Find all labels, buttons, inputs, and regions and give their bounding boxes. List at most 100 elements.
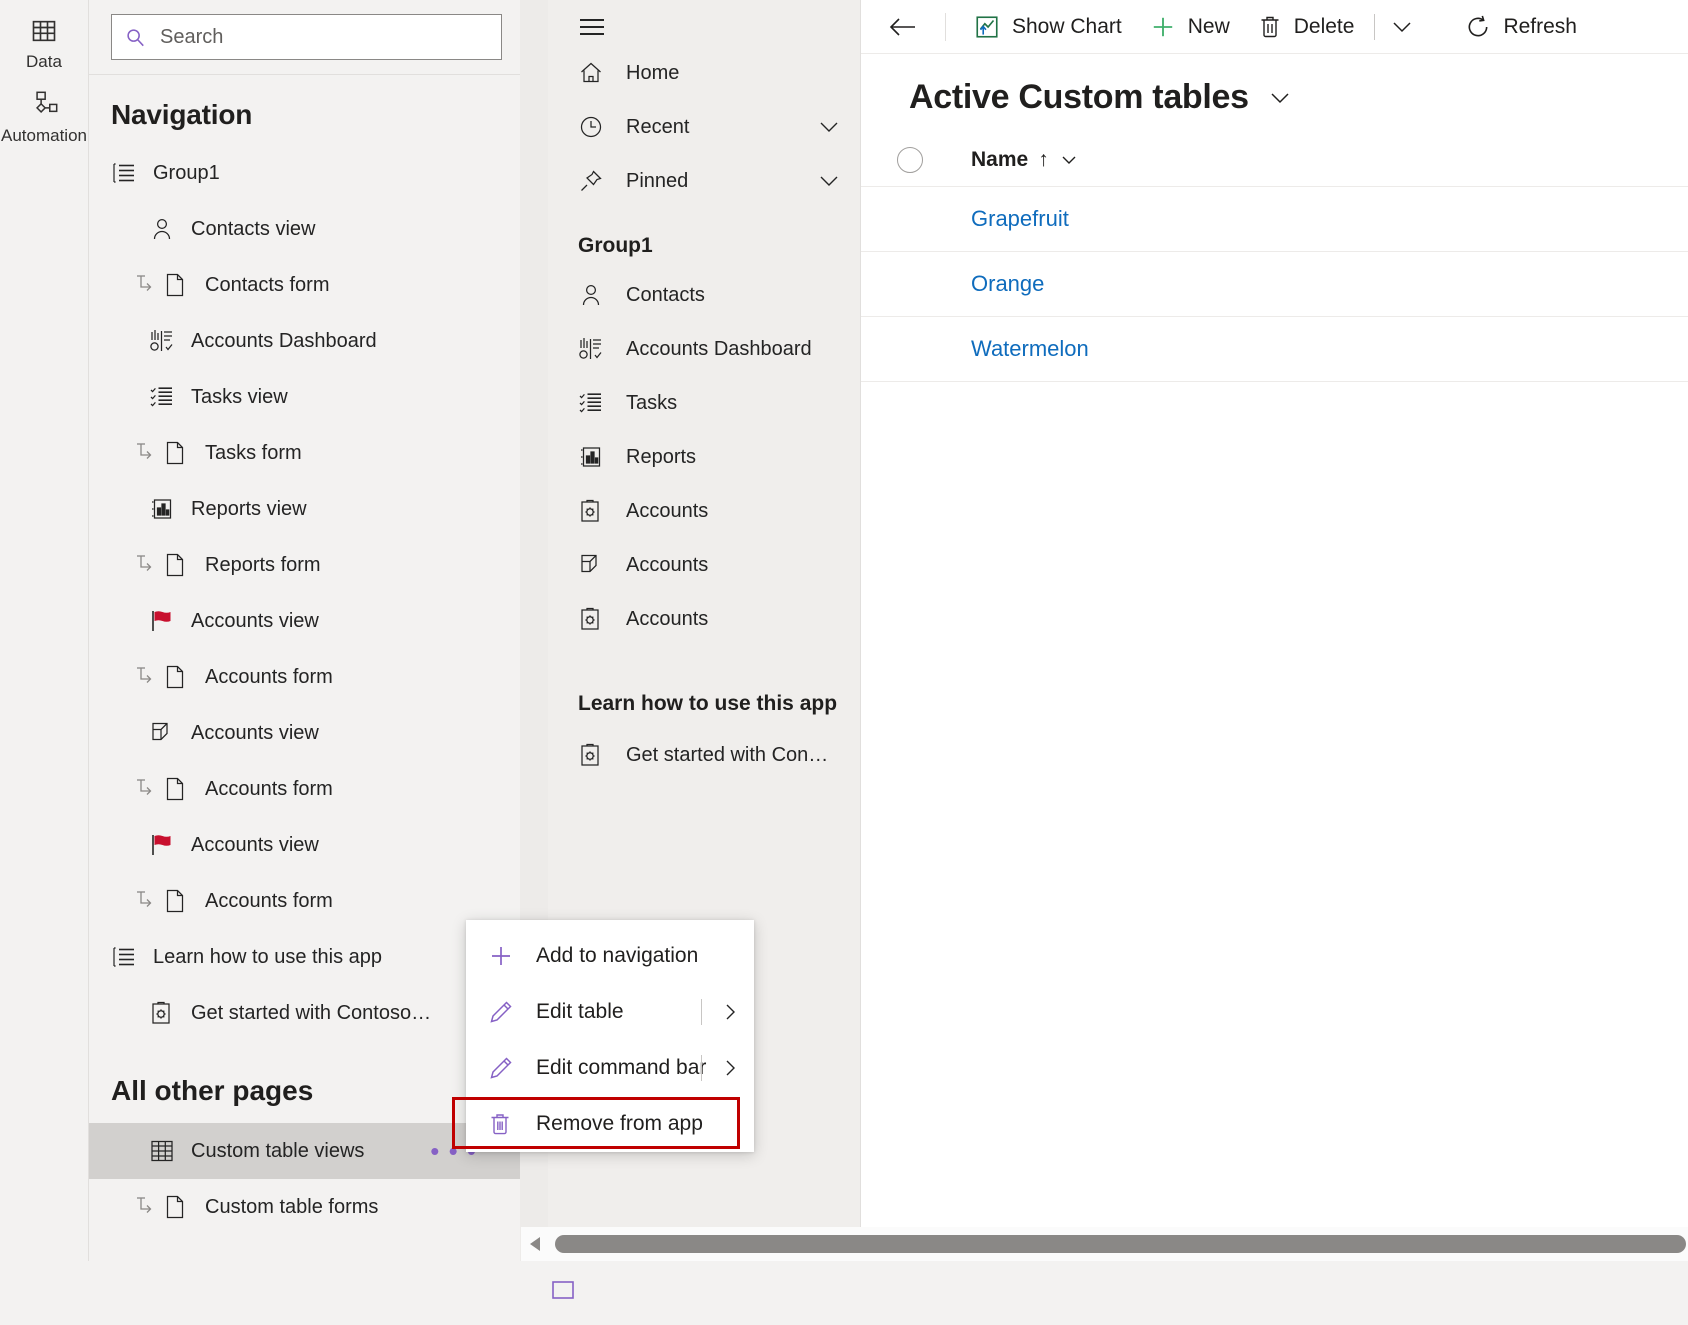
- context-menu-item-label: Edit command bar: [536, 1056, 707, 1079]
- nav-tree-item[interactable]: Group1: [89, 145, 520, 201]
- preview-group-item[interactable]: Accounts Dashboard: [548, 322, 860, 376]
- view-title: Active Custom tables: [909, 78, 1249, 116]
- context-menu-item[interactable]: Remove from app: [466, 1096, 754, 1152]
- search-icon: [124, 26, 146, 48]
- table-cell-name[interactable]: Watermelon: [971, 336, 1089, 362]
- column-header-name[interactable]: Name ↑: [971, 148, 1079, 172]
- sub-branch-arrow-icon: [129, 777, 163, 801]
- nav-tree-item[interactable]: Accounts Dashboard: [89, 313, 520, 369]
- show-chart-button[interactable]: Show Chart: [960, 5, 1136, 49]
- preview-group-item-label: Accounts: [626, 553, 709, 576]
- red-flag-icon: [149, 831, 183, 859]
- preview-group-item[interactable]: Accounts: [548, 538, 860, 592]
- rail-item-data[interactable]: Data: [0, 8, 88, 82]
- nav-tree-item[interactable]: Accounts view: [89, 593, 520, 649]
- nav-tree-item-label: Group1: [153, 161, 220, 184]
- horizontal-scrollbar-thumb[interactable]: [555, 1235, 1686, 1253]
- dashboard-icon: [149, 327, 183, 355]
- table-grid-icon: [149, 1137, 183, 1165]
- select-all-radio[interactable]: [897, 146, 923, 173]
- search-input[interactable]: [158, 24, 489, 50]
- bottom-accent-icon[interactable]: [550, 1279, 576, 1301]
- pencil-icon: [488, 999, 522, 1025]
- new-button[interactable]: New: [1136, 5, 1244, 49]
- preview-nav-item-label: Recent: [626, 115, 690, 138]
- preview-group-item[interactable]: Tasks: [548, 376, 860, 430]
- nav-tree-item[interactable]: Contacts form: [89, 257, 520, 313]
- nav-tree-item[interactable]: Reports view: [89, 481, 520, 537]
- nav-tree-item[interactable]: Custom table forms: [89, 1179, 520, 1235]
- rail-item-label: Data: [26, 52, 62, 71]
- navigation-tree-scroll[interactable]: Navigation Group1 Contacts view Contacts…: [89, 75, 520, 1325]
- overflow-chevron-down-icon[interactable]: [1381, 5, 1423, 49]
- preview-learn-item[interactable]: Get started with Con…: [548, 728, 860, 782]
- search-box[interactable]: [111, 14, 502, 60]
- horizontal-scrollbar[interactable]: [521, 1227, 1688, 1261]
- refresh-button[interactable]: Refresh: [1451, 5, 1591, 49]
- preview-group-item-label: Contacts: [626, 283, 705, 306]
- sub-branch-arrow-icon: [129, 441, 163, 465]
- preview-learn-item-label: Get started with Con…: [626, 743, 829, 766]
- group-list-icon: [111, 943, 145, 971]
- sub-branch-arrow-icon: [129, 889, 163, 913]
- nav-tree-item-label: Reports view: [191, 497, 307, 520]
- view-header: Active Custom tables: [861, 54, 1688, 133]
- preview-nav-item[interactable]: Home: [548, 46, 860, 100]
- context-menu-items: Add to navigation Edit table Edit comman…: [466, 928, 754, 1152]
- delete-button[interactable]: Delete: [1244, 5, 1369, 49]
- context-menu-item-label: Remove from app: [536, 1112, 703, 1135]
- table-row[interactable]: Watermelon: [861, 317, 1688, 382]
- preview-group-item-label: Accounts: [626, 499, 709, 522]
- context-menu-item[interactable]: Edit command bar: [466, 1040, 754, 1096]
- preview-nav-item[interactable]: Recent: [548, 100, 860, 154]
- table-cell-name[interactable]: Grapefruit: [971, 206, 1069, 232]
- chevron-down-icon[interactable]: [816, 172, 842, 190]
- table-row[interactable]: Grapefruit: [861, 187, 1688, 252]
- nav-tree-item[interactable]: Accounts form: [89, 761, 520, 817]
- hamburger-icon[interactable]: [548, 6, 860, 46]
- form-page-icon: [163, 551, 197, 579]
- nav-tree-item-label: Accounts view: [191, 609, 319, 632]
- clipboard-gear-icon: [578, 498, 612, 524]
- nav-tree-item-label: Contacts form: [205, 273, 330, 296]
- submenu-divider: [701, 1055, 702, 1081]
- delete-label: Delete: [1293, 14, 1355, 38]
- nav-tree-item[interactable]: Learn how to use this app: [89, 929, 520, 985]
- preview-group-item[interactable]: Contacts: [548, 268, 860, 322]
- nav-tree-item[interactable]: Get started with Contoso…: [89, 985, 520, 1041]
- page-title: Navigation: [111, 99, 253, 130]
- view-selector-chevron-down-icon[interactable]: [1267, 89, 1293, 107]
- sub-branch-arrow-icon: [129, 665, 163, 689]
- show-chart-label: Show Chart: [1012, 14, 1122, 38]
- trash-icon: [488, 1111, 522, 1137]
- rail-item-label: Automation: [1, 126, 87, 145]
- custom-page-icon: [578, 552, 612, 578]
- column-menu-chevron-down-icon[interactable]: [1059, 153, 1079, 167]
- chevron-right-icon[interactable]: [720, 1057, 740, 1079]
- nav-tree-item[interactable]: Reports form: [89, 537, 520, 593]
- nav-tree-item[interactable]: Accounts form: [89, 649, 520, 705]
- nav-tree-item-label: Accounts form: [205, 665, 333, 688]
- rail-item-automation[interactable]: Automation: [0, 82, 88, 156]
- nav-tree-item[interactable]: Tasks form: [89, 425, 520, 481]
- context-menu-item[interactable]: Edit table: [466, 984, 754, 1040]
- nav-tree-item[interactable]: Tasks view: [89, 369, 520, 425]
- nav-tree-item[interactable]: Contacts view: [89, 201, 520, 257]
- preview-group-item[interactable]: Reports: [548, 430, 860, 484]
- nav-tree-item[interactable]: Accounts form: [89, 873, 520, 929]
- preview-group-item[interactable]: Accounts: [548, 484, 860, 538]
- scroll-left-arrow-icon[interactable]: [521, 1227, 551, 1261]
- chevron-down-icon[interactable]: [816, 118, 842, 136]
- context-menu-item[interactable]: Add to navigation: [466, 928, 754, 984]
- back-arrow-icon[interactable]: [875, 5, 931, 49]
- table-cell-name[interactable]: Orange: [971, 271, 1044, 297]
- navigation-tree-panel: Navigation Group1 Contacts view: [88, 0, 520, 1325]
- preview-group-item[interactable]: Accounts: [548, 592, 860, 646]
- table-row[interactable]: Orange: [861, 252, 1688, 317]
- nav-tree-item[interactable]: Accounts view: [89, 705, 520, 761]
- nav-tree-item[interactable]: Custom table views • • •: [89, 1123, 520, 1179]
- preview-nav-item[interactable]: Pinned: [548, 154, 860, 208]
- chevron-right-icon[interactable]: [720, 1001, 740, 1023]
- nav-tree-item[interactable]: Accounts view: [89, 817, 520, 873]
- person-icon: [578, 282, 612, 308]
